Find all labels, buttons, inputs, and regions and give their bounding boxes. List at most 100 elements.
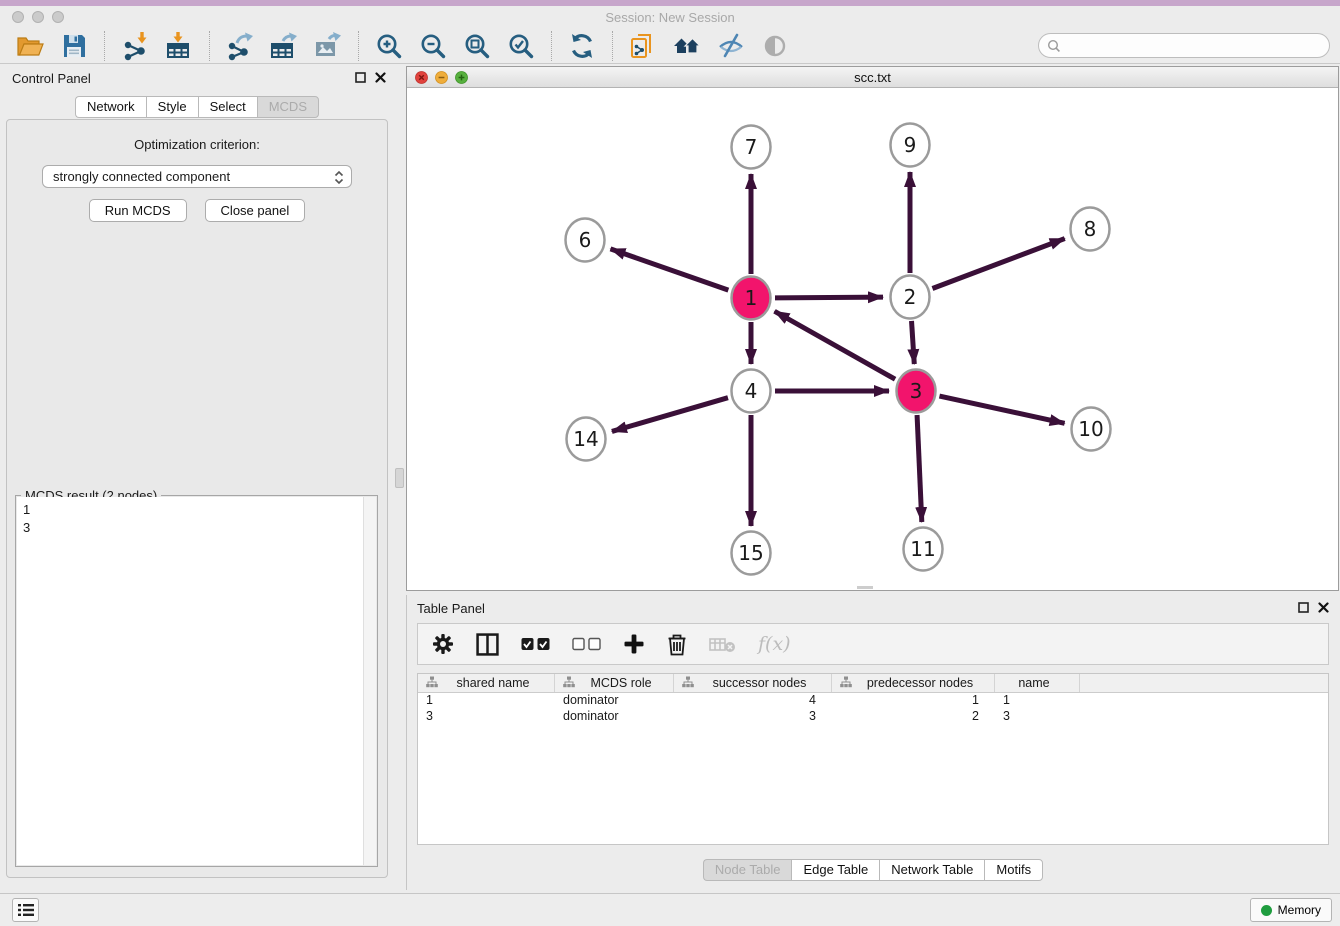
apply-layout-button[interactable] bbox=[566, 30, 598, 62]
export-network-icon bbox=[225, 31, 255, 61]
edge-2-3[interactable] bbox=[912, 321, 915, 364]
list-icon bbox=[18, 903, 34, 917]
control-panel-header: Control Panel bbox=[0, 66, 394, 92]
close-panel-button[interactable]: Close panel bbox=[205, 199, 306, 222]
column-header-name[interactable]: name bbox=[995, 674, 1080, 692]
search-icon bbox=[1047, 39, 1061, 53]
open-folder-icon bbox=[15, 31, 45, 61]
panel-splitter-handle[interactable] bbox=[395, 468, 404, 488]
column-header-successor-nodes[interactable]: successor nodes bbox=[674, 674, 832, 692]
network-from-selection-icon bbox=[628, 31, 658, 61]
add-column-button[interactable] bbox=[623, 633, 645, 655]
network-graph[interactable]: 7968124314101511 bbox=[407, 88, 1338, 590]
show-columns-button[interactable] bbox=[476, 633, 499, 656]
tab-motifs[interactable]: Motifs bbox=[984, 859, 1043, 881]
graph-node-label: 10 bbox=[1078, 417, 1103, 441]
graph-node-label: 2 bbox=[904, 285, 917, 309]
run-mcds-button[interactable]: Run MCDS bbox=[89, 199, 187, 222]
search-input[interactable] bbox=[1038, 33, 1330, 58]
graph-node-label: 3 bbox=[910, 379, 923, 403]
hide-graphics-button[interactable] bbox=[715, 30, 747, 62]
select-all-button[interactable] bbox=[521, 636, 550, 652]
tab-network-table[interactable]: Network Table bbox=[879, 859, 984, 881]
edge-1-6[interactable] bbox=[610, 249, 728, 290]
edge-3-10[interactable] bbox=[939, 396, 1064, 423]
result-line: 1 bbox=[17, 497, 376, 518]
mcds-result-group: MCDS result (2 nodes) 1 3 bbox=[15, 495, 378, 867]
tab-style[interactable]: Style bbox=[146, 96, 198, 118]
home-icon bbox=[672, 31, 702, 61]
zoom-fit-button[interactable] bbox=[461, 30, 493, 62]
memory-button[interactable]: Memory bbox=[1250, 898, 1332, 922]
edge-4-14[interactable] bbox=[612, 398, 728, 432]
chevron-updown-icon bbox=[334, 170, 344, 188]
split-columns-icon bbox=[476, 633, 499, 656]
import-network-button[interactable] bbox=[119, 30, 151, 62]
float-table-panel-icon[interactable] bbox=[1298, 602, 1309, 613]
column-header-predecessor-nodes[interactable]: predecessor nodes bbox=[832, 674, 995, 692]
network-window-title: scc.txt bbox=[407, 70, 1338, 85]
close-panel-icon[interactable] bbox=[375, 72, 386, 83]
node-table[interactable]: shared name MCDS role successor nodes pr… bbox=[417, 673, 1329, 845]
home-button[interactable] bbox=[671, 30, 703, 62]
edge-3-11[interactable] bbox=[917, 415, 922, 522]
network-view-window: scc.txt 7968124314101511 bbox=[406, 66, 1339, 591]
open-session-button[interactable] bbox=[14, 30, 46, 62]
hide-eye-icon bbox=[716, 31, 746, 61]
zoom-out-button[interactable] bbox=[417, 30, 449, 62]
table-settings-button[interactable] bbox=[432, 633, 454, 655]
memory-label: Memory bbox=[1278, 903, 1321, 917]
zoom-in-icon bbox=[374, 31, 404, 61]
tab-node-table[interactable]: Node Table bbox=[703, 859, 792, 881]
mcds-tab-content: Optimization criterion: strongly connect… bbox=[6, 119, 388, 878]
gear-icon bbox=[432, 633, 454, 655]
mcds-result-list[interactable]: 1 3 bbox=[17, 497, 376, 865]
toolbar-separator bbox=[358, 31, 359, 61]
network-window-titlebar[interactable]: scc.txt bbox=[407, 67, 1338, 88]
export-table-button[interactable] bbox=[268, 30, 300, 62]
zoom-selected-button[interactable] bbox=[505, 30, 537, 62]
hierarchy-icon bbox=[682, 676, 694, 691]
table-row[interactable]: 1 dominator 4 1 1 bbox=[418, 693, 1328, 709]
import-table-button[interactable] bbox=[163, 30, 195, 62]
float-panel-icon[interactable] bbox=[355, 72, 366, 83]
tab-mcds[interactable]: MCDS bbox=[257, 96, 319, 118]
export-network-button[interactable] bbox=[224, 30, 256, 62]
tab-select[interactable]: Select bbox=[198, 96, 257, 118]
status-bar: Memory bbox=[0, 893, 1340, 926]
close-table-panel-icon[interactable] bbox=[1318, 602, 1329, 613]
toolbar-separator bbox=[104, 31, 105, 61]
tab-edge-table[interactable]: Edge Table bbox=[791, 859, 879, 881]
graph-node-label: 14 bbox=[573, 427, 598, 451]
column-header-mcds-role[interactable]: MCDS role bbox=[555, 674, 674, 692]
control-panel: Control Panel Network Style Select MCDS … bbox=[0, 66, 394, 886]
table-toolbar: f(x) bbox=[417, 623, 1329, 665]
show-graphics-button[interactable] bbox=[759, 30, 791, 62]
select-none-button[interactable] bbox=[572, 636, 601, 652]
tab-network[interactable]: Network bbox=[75, 96, 146, 118]
function-builder-button[interactable]: f(x) bbox=[758, 633, 791, 655]
edge-1-2[interactable] bbox=[775, 297, 883, 298]
table-row[interactable]: 3 dominator 3 2 3 bbox=[418, 709, 1328, 725]
network-from-selection-button[interactable] bbox=[627, 30, 659, 62]
result-scrollbar[interactable] bbox=[363, 497, 376, 865]
control-panel-title: Control Panel bbox=[12, 71, 91, 86]
column-header-shared-name[interactable]: shared name bbox=[418, 674, 555, 692]
graph-node-label: 15 bbox=[738, 541, 763, 565]
delete-column-button[interactable] bbox=[667, 632, 687, 656]
canvas-scroll-nub[interactable] bbox=[857, 586, 873, 589]
edge-2-8[interactable] bbox=[932, 239, 1064, 289]
network-canvas[interactable]: 7968124314101511 bbox=[407, 88, 1338, 590]
criterion-select[interactable]: strongly connected component bbox=[42, 165, 352, 188]
table-panel-title: Table Panel bbox=[417, 601, 485, 616]
titlebar: Session: New Session bbox=[0, 6, 1340, 28]
control-panel-tabs: Network Style Select MCDS bbox=[0, 96, 394, 118]
toolbar-separator bbox=[612, 31, 613, 61]
delete-table-button[interactable] bbox=[709, 635, 736, 653]
task-history-button[interactable] bbox=[12, 898, 39, 922]
table-tabs: Node Table Edge Table Network Table Moti… bbox=[407, 859, 1339, 881]
export-image-button[interactable] bbox=[312, 30, 344, 62]
edge-3-1[interactable] bbox=[775, 311, 896, 379]
save-session-button[interactable] bbox=[58, 30, 90, 62]
zoom-in-button[interactable] bbox=[373, 30, 405, 62]
